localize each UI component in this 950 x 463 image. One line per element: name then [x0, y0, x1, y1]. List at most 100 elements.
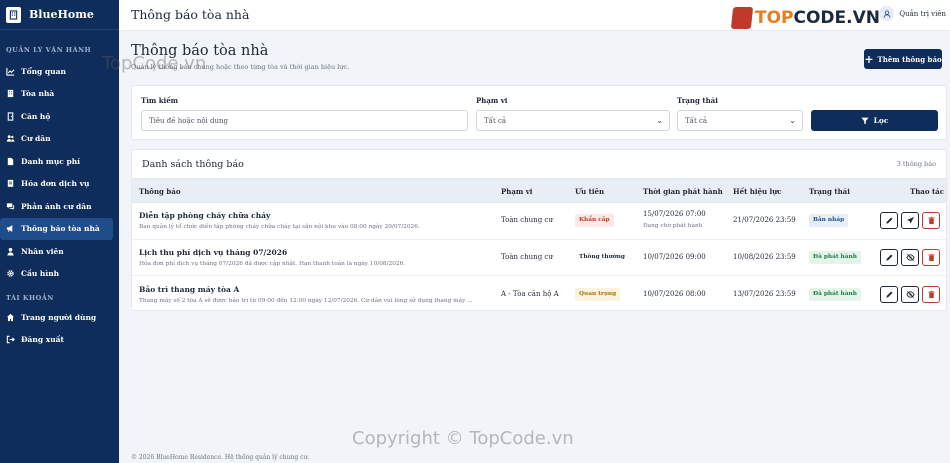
sidebar-item-label: Trang người dùng [21, 312, 97, 322]
add-notice-button[interactable]: + Thêm thông báo [864, 49, 942, 69]
gear-icon [6, 269, 15, 278]
watermark: Copyright © TopCode.vn [352, 428, 574, 449]
chart-line-icon [6, 67, 15, 76]
publish-time: 15/07/2026 07:00 [643, 210, 706, 218]
users-icon [6, 134, 15, 143]
filter-icon [860, 117, 869, 124]
sidebar-item-label: Căn hộ [21, 111, 51, 121]
notice-table-card: Danh sách thông báo 3 thông báo Thông bá… [131, 149, 947, 311]
topbar: Thông báo tòa nhà TOPCODE.VN Quản trị vi… [119, 0, 950, 31]
pencil-icon [885, 254, 892, 261]
notice-desc: Thang máy số 2 tòa A sẽ được bảo trì từ … [139, 297, 473, 304]
expire-time: 10/08/2026 23:59 [733, 252, 796, 261]
search-placeholder: Tiêu đề hoặc nội dung [149, 117, 229, 125]
topcode-logo-mark [730, 7, 754, 29]
topbar-title: Thông báo tòa nhà [131, 7, 250, 22]
user-avatar-icon [879, 6, 895, 21]
sidebar-item[interactable]: Tổng quan [0, 60, 113, 83]
filter-panel: Tìm kiếm Tiêu đề hoặc nội dung Phạm vi T… [131, 85, 947, 140]
logout-icon [6, 335, 15, 344]
add-notice-label: Thêm thông báo [877, 54, 942, 64]
notice-count: 3 thông báo [896, 160, 936, 168]
status-label: Trạng thái [677, 96, 718, 105]
scope-select[interactable]: Tất cả ⌄ [476, 110, 670, 131]
notice-scope: Toàn chung cư [501, 216, 553, 224]
publish-note: Đang chờ phát hành [643, 223, 703, 229]
home-icon [6, 313, 15, 322]
hide-button[interactable] [901, 248, 919, 266]
sidebar-item[interactable]: Đăng xuất [0, 329, 113, 352]
expire-time: 13/07/2026 23:59 [733, 289, 796, 298]
sidebar-item[interactable]: Trang người dùng [0, 306, 113, 329]
delete-button[interactable] [922, 212, 940, 229]
sidebar-item[interactable]: Thông báo tòa nhà [0, 217, 113, 240]
trash-icon [927, 253, 935, 261]
search-label: Tìm kiếm [141, 96, 179, 105]
status-badge: Đã phát hành [809, 250, 861, 264]
sidebar-item-label: Cư dân [21, 134, 51, 144]
priority-badge: Quan trọng [575, 287, 621, 301]
col-publish: Thời gian phát hành [643, 187, 723, 196]
account-nav: Trang người dùng Đăng xuất [0, 306, 119, 351]
footer-text: © 2026 BlueHome Residence. Hệ thống quản… [131, 454, 310, 461]
filter-button-label: Lọc [873, 116, 889, 125]
delete-button[interactable] [922, 248, 940, 266]
hide-button[interactable] [901, 285, 919, 303]
publish-time: 10/07/2026 08:00 [643, 289, 706, 298]
sidebar-item[interactable]: Danh mục phí [0, 150, 113, 173]
notice-title[interactable]: Bảo trì thang máy tòa A [139, 285, 239, 294]
notice-scope: A - Tòa căn hộ A [501, 289, 559, 298]
trash-icon [927, 216, 935, 225]
expire-time: 21/07/2026 23:59 [733, 216, 796, 224]
sidebar-item-label: Nhân viên [21, 246, 64, 256]
sidebar-item-label: Hóa đơn dịch vụ [21, 179, 90, 189]
edit-button[interactable] [880, 212, 898, 229]
sidebar-item-label: Tổng quan [21, 66, 66, 76]
priority-badge: Thông thường [575, 250, 629, 264]
sidebar-item[interactable]: Tòa nhà [0, 83, 113, 106]
receipt-icon [6, 179, 15, 188]
edit-button[interactable] [880, 248, 898, 266]
col-expire: Hết hiệu lực [733, 187, 782, 196]
status-select[interactable]: Tất cả ⌄ [677, 110, 803, 131]
sidebar-item-label: Đăng xuất [21, 335, 64, 345]
notice-title[interactable]: Lịch thu phí dịch vụ tháng 07/2026 [139, 248, 287, 257]
chevron-down-icon: ⌄ [656, 116, 663, 125]
eye-slash-icon [905, 253, 915, 261]
table-header: Thông báo Phạm vi Ưu tiên Thời gian phát… [132, 178, 946, 203]
col-priority: Ưu tiên [575, 187, 605, 196]
publish-time: 10/07/2026 09:00 [643, 252, 706, 261]
trash-icon [927, 290, 935, 298]
priority-badge: Khẩn cấp [575, 214, 614, 227]
edit-button[interactable] [880, 285, 898, 303]
sidebar-item[interactable]: Cư dân [0, 128, 113, 151]
status-value: Tất cả [685, 117, 708, 125]
topcode-logo: TOPCODE.VN [730, 7, 880, 29]
eye-slash-icon [905, 290, 915, 298]
table-row: Bảo trì thang máy tòa A Thang máy số 2 tò… [132, 277, 946, 310]
notice-title[interactable]: Diễn tập phòng cháy chữa cháy [139, 211, 270, 220]
delete-button[interactable] [922, 285, 940, 303]
table-row: Lịch thu phí dịch vụ tháng 07/2026 Hóa đơ… [132, 240, 946, 277]
publish-button[interactable] [901, 212, 919, 229]
sidebar-item-label: Phản ánh cư dân [21, 201, 92, 211]
door-icon [6, 112, 15, 121]
user-menu[interactable]: Quản trị viên [879, 6, 946, 21]
status-badge: Bản nháp [809, 214, 849, 227]
sidebar-item[interactable]: Cấu hình [0, 263, 113, 286]
sidebar-item[interactable]: Nhân viên [0, 240, 113, 263]
user-name: Quản trị viên [899, 9, 946, 18]
status-badge: Đã phát hành [809, 287, 861, 301]
comments-icon [6, 202, 15, 211]
search-input[interactable]: Tiêu đề hoặc nội dung [141, 110, 468, 131]
megaphone-icon [6, 224, 15, 233]
pencil-icon [885, 291, 892, 298]
table-row: Diễn tập phòng cháy chữa cháy Ban quản lý… [132, 203, 946, 240]
brand[interactable]: BlueHome [0, 0, 119, 30]
sidebar-nav: Tổng quan Tòa nhà Căn hộ Cư dân Danh mục phí… [0, 60, 119, 285]
sidebar-item[interactable]: Phản ánh cư dân [0, 195, 113, 218]
send-icon [906, 216, 914, 224]
sidebar-item[interactable]: Căn hộ [0, 105, 113, 128]
filter-button[interactable]: Lọc [811, 110, 938, 131]
sidebar-item[interactable]: Hóa đơn dịch vụ [0, 173, 113, 196]
